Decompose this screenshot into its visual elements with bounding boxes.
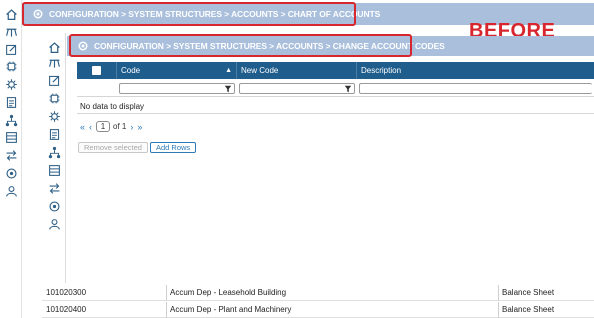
background-table: 101020300 Accum Dep - Leasehold Building… [42, 283, 594, 318]
users-icon[interactable] [3, 184, 19, 198]
highlight-box-outer [22, 2, 356, 26]
filter-description-input[interactable] [359, 82, 592, 94]
list-icon[interactable] [46, 127, 62, 141]
highlight-box-inner [69, 34, 412, 57]
column-divider [166, 302, 167, 318]
chip-icon[interactable] [46, 91, 62, 105]
column-divider [498, 302, 499, 318]
column-code-label: Code [121, 66, 141, 75]
row-description: Accum Dep - Plant and Machinery [170, 305, 292, 314]
org-chart-icon[interactable] [3, 113, 19, 127]
column-description-label: Description [361, 66, 402, 75]
outer-sidebar [0, 0, 22, 318]
filter-funnel-icon[interactable] [344, 85, 352, 93]
home-icon[interactable] [46, 40, 62, 54]
add-rows-button[interactable]: Add Rows [150, 142, 197, 153]
column-new-code[interactable]: New Code [237, 62, 357, 79]
filter-row [77, 79, 594, 97]
filter-code-input[interactable] [119, 82, 235, 94]
hierarchy-icon[interactable] [3, 25, 19, 39]
filter-spacer [77, 79, 117, 97]
settings-cog-icon[interactable] [3, 77, 19, 91]
gear-icon[interactable] [46, 199, 62, 213]
column-divider [166, 285, 167, 301]
archive-icon[interactable] [46, 163, 62, 177]
gear-icon[interactable] [3, 166, 19, 180]
select-all-cell [77, 62, 117, 79]
screenshot: CONFIGURATION > SYSTEM STRUCTURES > ACCO… [0, 0, 594, 318]
inner-sidebar [42, 33, 66, 318]
column-divider [498, 285, 499, 301]
select-all-checkbox[interactable] [92, 66, 101, 75]
column-new-code-label: New Code [241, 66, 279, 75]
chip-icon[interactable] [3, 59, 19, 73]
empty-state-text: No data to display [80, 102, 145, 111]
edit-icon[interactable] [3, 42, 19, 56]
page-count-text: of 1 [113, 122, 127, 131]
row-type: Balance Sheet [502, 305, 555, 314]
page-number-input[interactable]: 1 [96, 121, 111, 132]
filter-new-code-cell [237, 79, 357, 97]
sort-asc-icon: ▲ [225, 67, 232, 74]
row-code: 101020400 [46, 305, 87, 314]
next-page-button[interactable]: › [130, 122, 133, 132]
hierarchy-icon[interactable] [46, 56, 62, 70]
column-description[interactable]: Description [357, 62, 594, 79]
pager: « ‹ 1 of 1 › » [80, 121, 146, 132]
edit-icon[interactable] [46, 73, 62, 87]
filter-new-code-input[interactable] [239, 82, 355, 94]
column-code[interactable]: Code ▲ [117, 62, 237, 79]
filter-description-cell [357, 79, 594, 97]
row-code: 101020300 [46, 288, 87, 297]
row-description: Accum Dep - Leasehold Building [170, 288, 287, 297]
filter-funnel-icon[interactable] [224, 85, 232, 93]
prev-page-button[interactable]: ‹ [89, 122, 92, 132]
table-row: 101020300 Accum Dep - Leasehold Building… [42, 285, 594, 301]
exchange-icon[interactable] [3, 148, 19, 162]
org-chart-icon[interactable] [46, 145, 62, 159]
archive-icon[interactable] [3, 130, 19, 144]
last-page-button[interactable]: » [137, 122, 142, 132]
home-icon[interactable] [3, 7, 19, 21]
settings-cog-icon[interactable] [46, 109, 62, 123]
remove-selected-button[interactable]: Remove selected [78, 142, 148, 153]
grid-header: Code ▲ New Code Description [77, 62, 594, 79]
list-icon[interactable] [3, 95, 19, 109]
users-icon[interactable] [46, 217, 62, 231]
row-type: Balance Sheet [502, 288, 555, 297]
exchange-icon[interactable] [46, 181, 62, 195]
first-page-button[interactable]: « [80, 122, 85, 132]
table-row: 101020400 Accum Dep - Plant and Machiner… [42, 302, 594, 318]
filter-code-cell [117, 79, 237, 97]
row-divider [77, 113, 594, 114]
